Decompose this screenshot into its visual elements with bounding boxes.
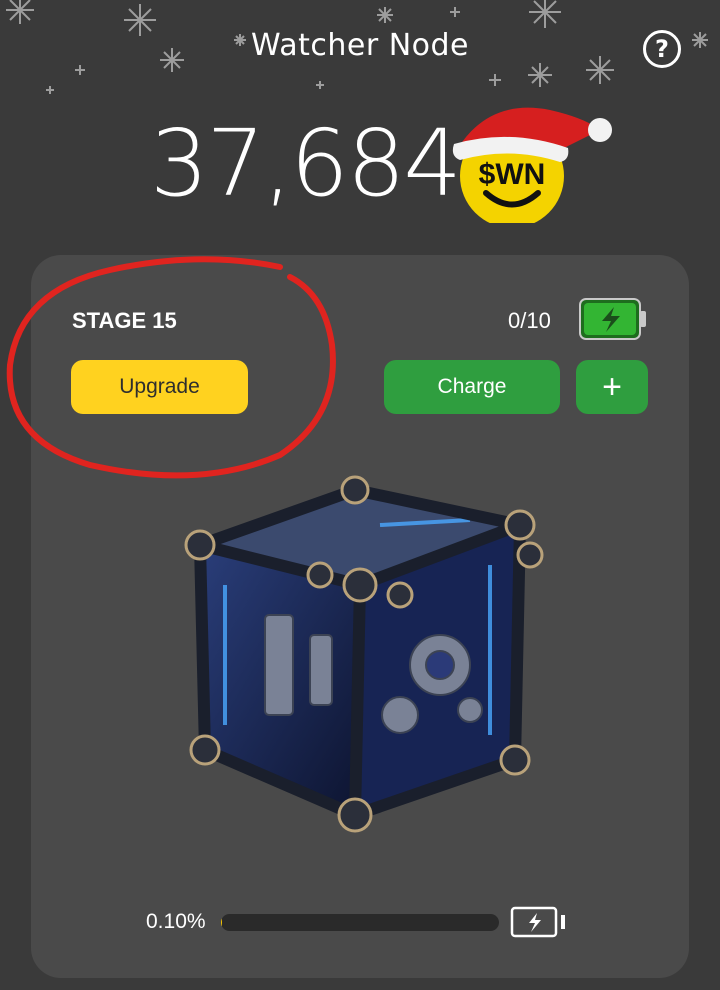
stage-label: STAGE 15: [72, 308, 177, 333]
help-icon: ?: [655, 35, 669, 63]
upgrade-button[interactable]: Upgrade: [71, 360, 248, 414]
charge-count: 0/10: [508, 308, 551, 333]
mechanical-cube-image: [184, 475, 544, 833]
battery-bolt-icon: [510, 906, 565, 938]
progress-bar: [221, 914, 499, 931]
add-charge-button[interactable]: +: [576, 360, 648, 414]
help-button[interactable]: ?: [643, 30, 681, 68]
token-balance: 37,684: [150, 110, 462, 217]
page-title: Watcher Node: [250, 28, 470, 63]
progress-percent: 0.10%: [146, 910, 206, 933]
charge-button[interactable]: Charge: [384, 360, 560, 414]
smiley-coin-santa-hat-icon: $WN: [452, 107, 612, 223]
token-symbol: $WN: [479, 158, 546, 191]
battery-charging-icon: [579, 298, 646, 340]
